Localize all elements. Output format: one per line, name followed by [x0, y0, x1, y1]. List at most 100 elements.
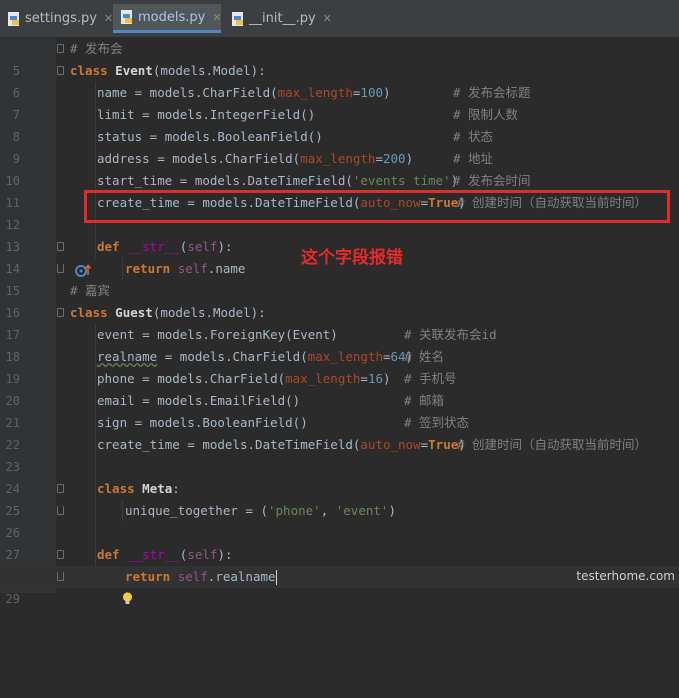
code-string: 'event' [336, 503, 389, 518]
code-line-9: 9 status = models.BooleanField() # 状态 [0, 126, 679, 148]
code-text: ) [406, 151, 414, 166]
code-line-18: 18 event = models.ForeignKey(Event) # 关联… [0, 324, 679, 346]
code-keyword: return [125, 569, 170, 584]
code-text: ): [217, 239, 232, 254]
fold-marker[interactable] [57, 484, 64, 493]
code-number: 100 [360, 85, 383, 100]
python-file-icon [231, 11, 245, 27]
code-line-20: 20 phone = models.CharField(max_length=1… [0, 368, 679, 390]
code-bool: True [428, 437, 458, 452]
fold-marker[interactable] [57, 44, 64, 53]
code-self: self [178, 261, 208, 276]
code-text: = [375, 151, 383, 166]
fold-marker[interactable] [57, 264, 64, 273]
fold-marker[interactable] [57, 506, 64, 515]
class-name: Meta [142, 481, 172, 496]
python-file-icon [120, 9, 134, 25]
code-param: max_length [308, 349, 383, 364]
code-text: , [321, 503, 336, 518]
tab-init-py[interactable]: __init__.py ✕ [224, 4, 324, 33]
code-text: status = models.BooleanField() [97, 126, 323, 148]
class-name: Guest [115, 305, 153, 320]
line-number: 29 [0, 588, 20, 610]
code-line-8: 8 limit = models.IntegerField() # 限制人数 [0, 104, 679, 126]
code-text: unique_together = ( [125, 503, 268, 518]
fold-marker[interactable] [57, 550, 64, 559]
code-comment: # 状态 [453, 126, 493, 148]
lightbulb-icon[interactable] [76, 569, 89, 584]
code-text: create_time = models.DateTimeField( [97, 437, 360, 452]
fold-marker[interactable] [57, 242, 64, 251]
code-comment: # 签到状态 [404, 412, 469, 434]
text-cursor [276, 570, 277, 585]
close-icon[interactable]: ✕ [212, 11, 221, 24]
code-keyword: def [97, 239, 120, 254]
code-editor[interactable]: 5 # 发布会 6 class Event(models.Model): 7 n… [0, 38, 679, 593]
code-self: self [178, 569, 208, 584]
code-line-16: 16 # 嘉宾 [0, 280, 679, 302]
code-line-22: 22 sign = models.BooleanField() # 签到状态 [0, 412, 679, 434]
code-comment: # 地址 [453, 148, 493, 170]
code-comment: # 邮箱 [404, 390, 444, 412]
code-line-6: 6 class Event(models.Model): [0, 60, 679, 82]
code-comment: # 发布会标题 [453, 82, 531, 104]
error-highlight-box [84, 190, 670, 223]
code-line-19: 19 realname = models.CharField(max_lengt… [0, 346, 679, 368]
code-line-24: 24 [0, 456, 679, 478]
code-line-28: 28 def __str__(self): [0, 544, 679, 566]
code-string: 'phone' [268, 503, 321, 518]
code-line-25: 25 class Meta: [0, 478, 679, 500]
code-text: : [172, 481, 180, 496]
code-comment: # 发布会 [70, 41, 123, 56]
code-text: (models.Model): [153, 63, 266, 78]
code-comment: # 限制人数 [453, 104, 518, 126]
code-text: (models.Model): [153, 305, 266, 320]
code-param: max_length [285, 371, 360, 386]
code-self: self [187, 239, 217, 254]
tab-label: __init__.py [249, 11, 316, 26]
code-keyword: def [97, 547, 120, 562]
close-icon[interactable]: ✕ [323, 12, 332, 25]
code-text: sign = models.BooleanField() [97, 412, 308, 434]
close-icon[interactable]: ✕ [104, 12, 113, 25]
code-text: = [360, 371, 368, 386]
class-name: Event [115, 63, 153, 78]
code-string: 'events time' [353, 173, 451, 188]
code-line-27: 27 [0, 522, 679, 544]
code-param: max_length [300, 151, 375, 166]
code-text: phone = models.CharField( [97, 371, 285, 386]
code-text: .name [208, 261, 246, 276]
code-line-17: 17 class Guest(models.Model): [0, 302, 679, 324]
code-number: 16 [368, 371, 383, 386]
code-text: realname [97, 349, 157, 364]
override-up-arrow-icon[interactable] [30, 240, 46, 254]
fold-marker[interactable] [57, 66, 64, 75]
tab-label: settings.py [25, 11, 97, 26]
watermark: testerhome.com [576, 569, 675, 583]
code-magic-method: __str__ [127, 239, 180, 254]
code-param: max_length [278, 85, 353, 100]
tab-models-py[interactable]: models.py ✕ [113, 4, 221, 33]
fold-marker[interactable] [57, 308, 64, 317]
code-text: limit = models.IntegerField() [97, 104, 315, 126]
code-text: ) [383, 371, 391, 386]
code-keyword: return [125, 261, 170, 276]
code-comment: # 嘉宾 [70, 283, 110, 298]
tab-settings-py[interactable]: settings.py ✕ [0, 4, 110, 33]
code-text: email = models.EmailField() [97, 390, 300, 412]
tab-label: models.py [138, 10, 205, 25]
code-line-5: 5 # 发布会 [0, 38, 679, 60]
error-annotation: 这个字段报错 [301, 243, 403, 268]
code-line-21: 21 email = models.EmailField() # 邮箱 [0, 390, 679, 412]
code-self: self [187, 547, 217, 562]
fold-marker[interactable] [57, 572, 64, 581]
editor-tab-bar: settings.py ✕ models.py ✕ __init__.py ✕ [0, 0, 679, 38]
code-text: name = models.CharField( [97, 85, 278, 100]
code-text: ) [388, 503, 396, 518]
override-up-arrow-icon[interactable] [30, 548, 46, 562]
code-text: ) [383, 85, 391, 100]
code-magic-method: __str__ [127, 547, 180, 562]
code-line-10: 10 address = models.CharField(max_length… [0, 148, 679, 170]
code-comment: # 姓名 [404, 346, 444, 368]
code-text: = models.CharField( [157, 349, 308, 364]
